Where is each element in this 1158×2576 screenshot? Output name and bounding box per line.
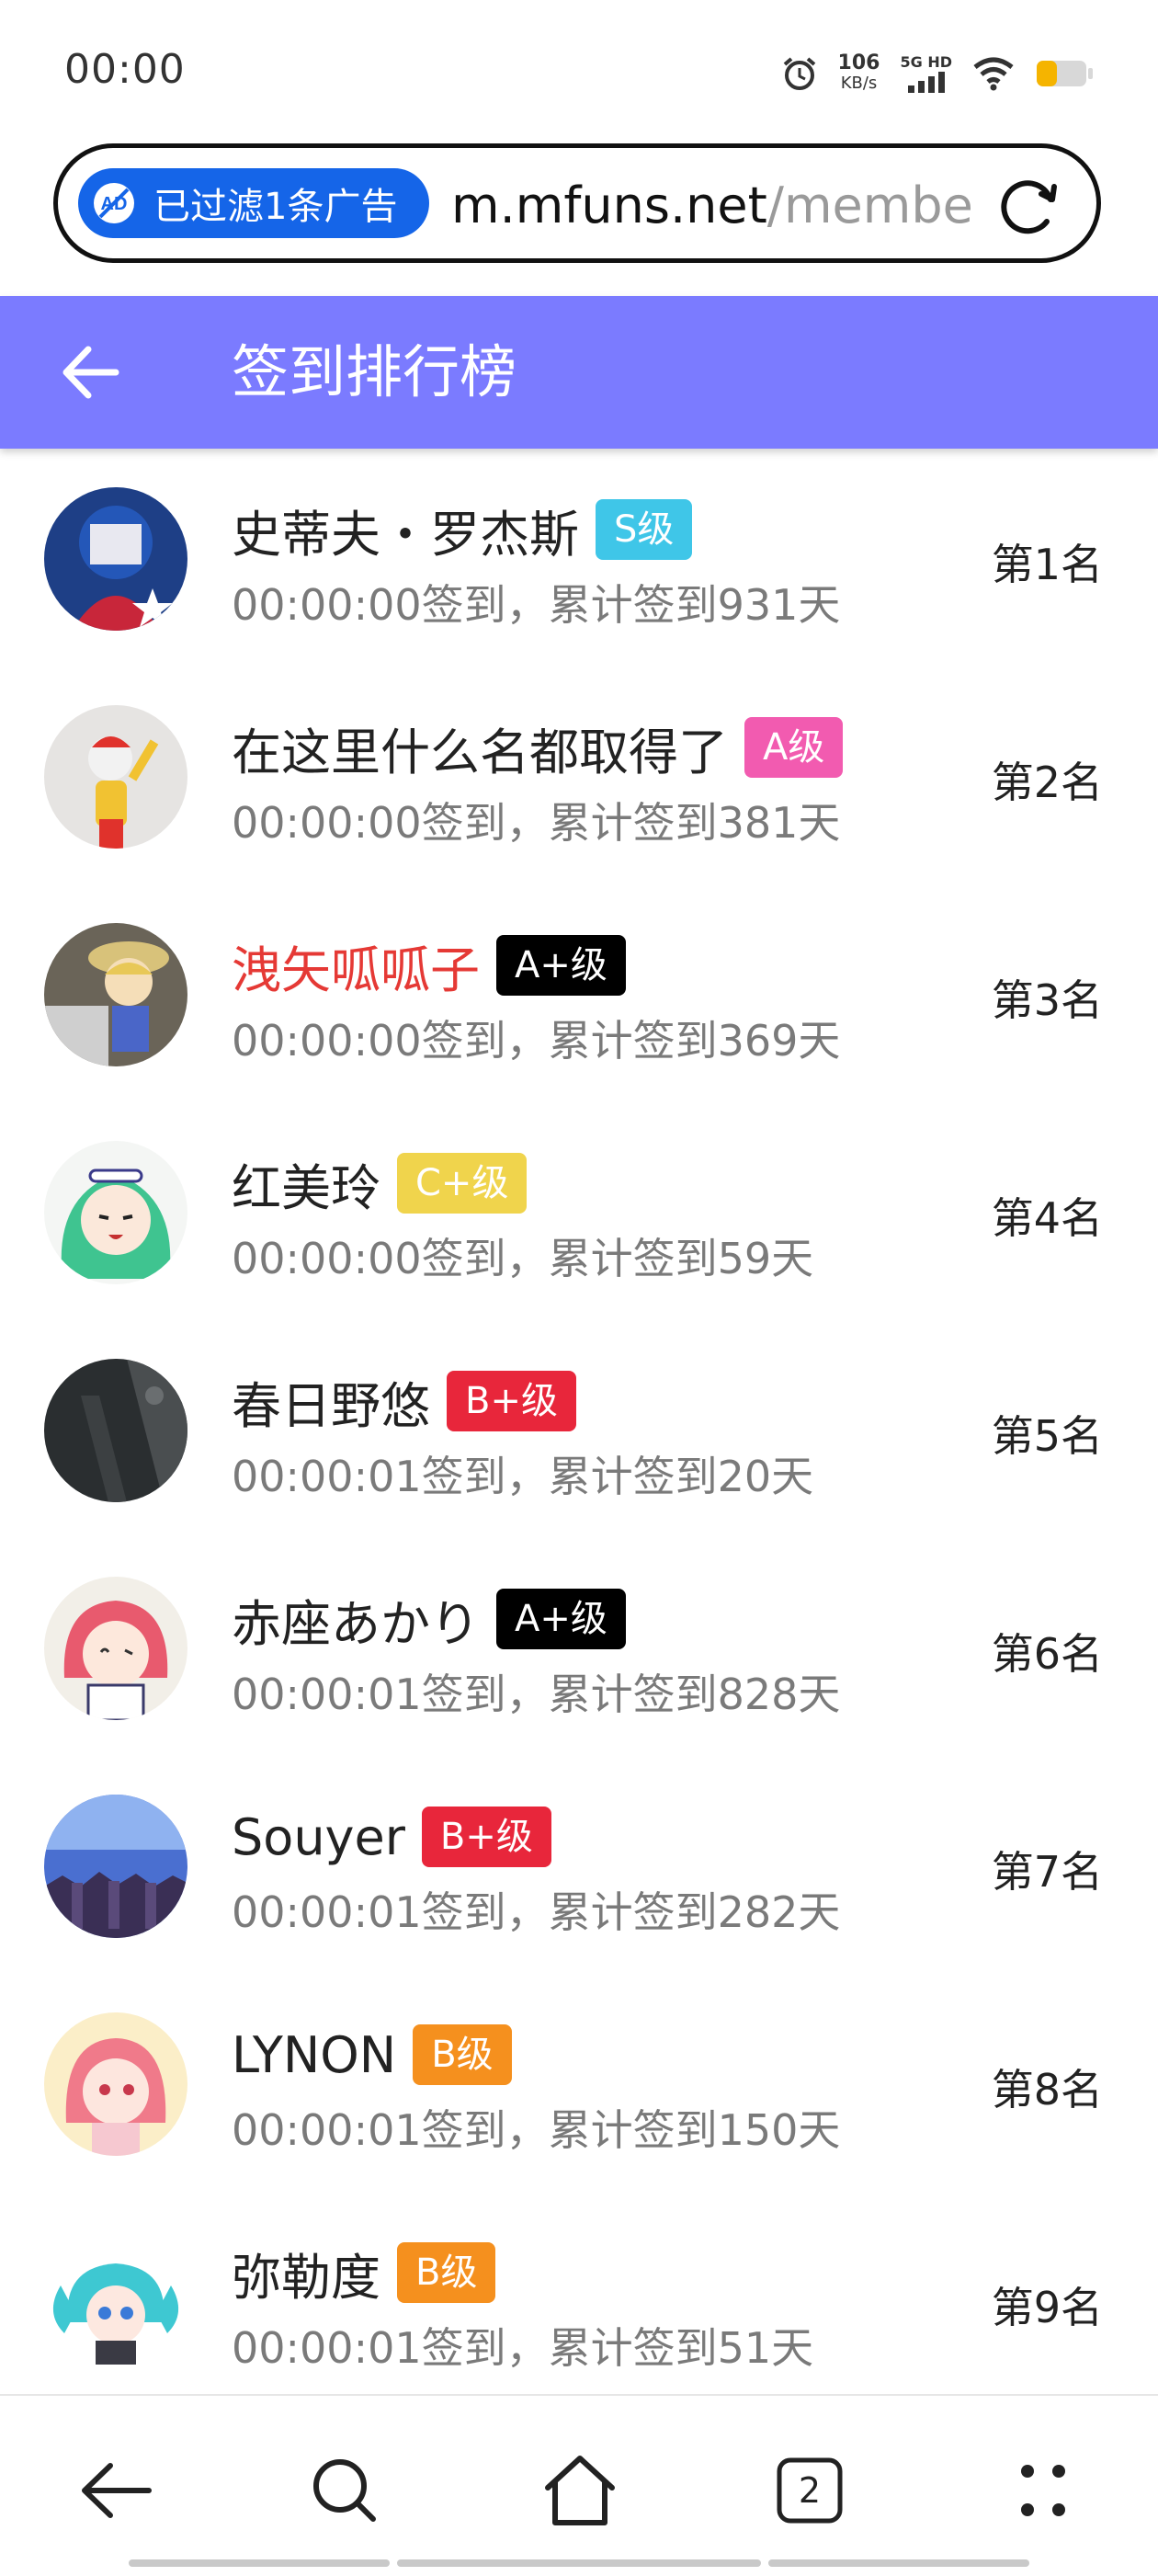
name-line: 弥勒度 B级: [232, 2237, 496, 2309]
ranking-row[interactable]: 史蒂夫・罗杰斯 S级 00:00:00签到，累计签到931天 第1名: [0, 449, 1158, 667]
speed-value: 106: [837, 51, 880, 74]
user-name[interactable]: 春日野悠: [232, 1365, 430, 1438]
level-badge: S级: [596, 499, 693, 560]
rank-label: 第5名: [991, 1411, 1103, 1461]
user-name[interactable]: 赤座あかり: [232, 1583, 480, 1656]
page-title: 签到排行榜: [232, 338, 517, 405]
ranking-row[interactable]: 春日野悠 B+级 00:00:01签到，累计签到20天 第5名: [0, 1320, 1158, 1538]
name-line: 春日野悠 B+级: [232, 1368, 576, 1435]
rank-label: 第4名: [991, 1193, 1103, 1243]
tabs-button[interactable]: 2: [768, 2449, 851, 2532]
avatar[interactable]: [44, 2012, 187, 2156]
speed-unit: KB/s: [840, 74, 878, 93]
user-name[interactable]: 弥勒度: [232, 2237, 380, 2309]
network-speed: 106 KB/s: [838, 53, 880, 94]
gesture-bar-center: [397, 2559, 761, 2567]
name-line: 洩矢呱呱子 A+级: [232, 932, 626, 999]
ranking-row[interactable]: 在这里什么名都取得了 A级 00:00:00签到，累计签到381天 第2名: [0, 667, 1158, 884]
back-icon[interactable]: [75, 2449, 158, 2532]
avatar[interactable]: [44, 1795, 187, 1938]
user-name[interactable]: LYNON: [232, 2026, 396, 2084]
search-icon[interactable]: [303, 2449, 386, 2532]
rank-label: 第2名: [991, 758, 1103, 807]
checkin-info: 00:00:00签到，累计签到59天: [232, 1234, 814, 1283]
checkin-info: 00:00:01签到，累计签到20天: [232, 1452, 814, 1501]
gesture-bar-right: [768, 2559, 1029, 2567]
ranking-row[interactable]: 赤座あかり A+级 00:00:01签到，累计签到828天 第6名: [0, 1538, 1158, 1756]
user-name[interactable]: 洩矢呱呱子: [232, 929, 480, 1002]
network-type: 5G HD: [900, 53, 952, 71]
status-time: 00:00: [64, 46, 186, 93]
user-name[interactable]: 史蒂夫・罗杰斯: [232, 494, 579, 566]
url-host: m.mfuns.net: [451, 177, 767, 234]
more-icon[interactable]: [1002, 2449, 1084, 2532]
url-text[interactable]: m.mfuns.net/membe: [451, 174, 1007, 238]
browser-bottom-nav: 2: [0, 2394, 1158, 2576]
avatar[interactable]: [44, 705, 187, 849]
name-line: LYNON B级: [232, 2022, 512, 2088]
address-bar[interactable]: AD 已过滤1条广告 m.mfuns.net/membe: [53, 143, 1101, 263]
tab-count: 2: [798, 2470, 822, 2511]
level-badge: B级: [397, 2242, 496, 2303]
status-bar: 00:00 106 KB/s 5G HD: [0, 0, 1158, 138]
ranking-row[interactable]: 洩矢呱呱子 A+级 00:00:00签到，累计签到369天 第3名: [0, 884, 1158, 1102]
ranking-list: 史蒂夫・罗杰斯 S级 00:00:00签到，累计签到931天 第1名 在这里什么…: [0, 449, 1158, 2410]
rank-label: 第6名: [991, 1629, 1103, 1679]
ad-filter-badge[interactable]: AD 已过滤1条广告: [78, 168, 429, 238]
home-icon[interactable]: [539, 2449, 621, 2532]
cellular-signal: 5G HD: [900, 54, 952, 93]
user-name[interactable]: Souyer: [232, 1808, 405, 1866]
reload-icon[interactable]: [993, 172, 1062, 240]
rank-label: 第7名: [991, 1847, 1103, 1897]
ad-block-icon: AD: [94, 183, 134, 223]
gesture-bar-left: [129, 2559, 390, 2567]
url-path: /membe: [766, 177, 973, 234]
wifi-icon: [973, 57, 1014, 91]
rank-label: 第8名: [991, 2065, 1103, 2114]
user-name[interactable]: 在这里什么名都取得了: [232, 712, 728, 784]
avatar[interactable]: [44, 487, 187, 631]
level-badge: B级: [413, 2024, 512, 2085]
name-line: 在这里什么名都取得了 A级: [232, 712, 844, 784]
checkin-info: 00:00:01签到，累计签到828天: [232, 1670, 841, 1719]
rank-label: 第1名: [991, 540, 1103, 589]
avatar[interactable]: [44, 1141, 187, 1284]
level-badge: A+级: [496, 935, 626, 996]
back-arrow-icon[interactable]: [59, 340, 123, 405]
signal-icon: [907, 72, 945, 93]
ad-filter-label: 已过滤1条广告: [153, 186, 398, 228]
name-line: 史蒂夫・罗杰斯 S级: [232, 494, 693, 566]
level-badge: B+级: [447, 1371, 576, 1431]
avatar[interactable]: [44, 1359, 187, 1502]
level-badge: A+级: [496, 1589, 626, 1649]
page-header: 签到排行榜: [0, 296, 1158, 449]
avatar[interactable]: [44, 923, 187, 1066]
checkin-info: 00:00:01签到，累计签到51天: [232, 2323, 814, 2373]
ranking-row[interactable]: Souyer B+级 00:00:01签到，累计签到282天 第7名: [0, 1756, 1158, 1974]
ranking-row[interactable]: 红美玲 C+级 00:00:00签到，累计签到59天 第4名: [0, 1102, 1158, 1320]
name-line: Souyer B+级: [232, 1804, 551, 1870]
rank-label: 第9名: [991, 2283, 1103, 2332]
level-badge: C+级: [397, 1153, 528, 1214]
name-line: 红美玲 C+级: [232, 1150, 528, 1217]
rank-label: 第3名: [991, 975, 1103, 1025]
checkin-info: 00:00:00签到，累计签到369天: [232, 1016, 841, 1066]
user-name[interactable]: 红美玲: [232, 1147, 380, 1220]
status-icons: 106 KB/s 5G HD: [781, 48, 1094, 99]
ranking-row[interactable]: 弥勒度 B级 00:00:01签到，累计签到51天 第9名: [0, 2192, 1158, 2410]
avatar[interactable]: [44, 1577, 187, 1720]
ranking-row[interactable]: LYNON B级 00:00:01签到，累计签到150天 第8名: [0, 1974, 1158, 2192]
level-badge: A级: [744, 717, 844, 778]
avatar[interactable]: [44, 2230, 187, 2374]
alarm-icon: [783, 57, 815, 90]
name-line: 赤座あかり A+级: [232, 1586, 626, 1653]
battery-icon: [1037, 61, 1093, 86]
checkin-info: 00:00:00签到，累计签到931天: [232, 580, 841, 630]
checkin-info: 00:00:01签到，累计签到282天: [232, 1887, 841, 1937]
level-badge: B+级: [421, 1807, 551, 1867]
checkin-info: 00:00:01签到，累计签到150天: [232, 2105, 841, 2155]
checkin-info: 00:00:00签到，累计签到381天: [232, 798, 841, 848]
